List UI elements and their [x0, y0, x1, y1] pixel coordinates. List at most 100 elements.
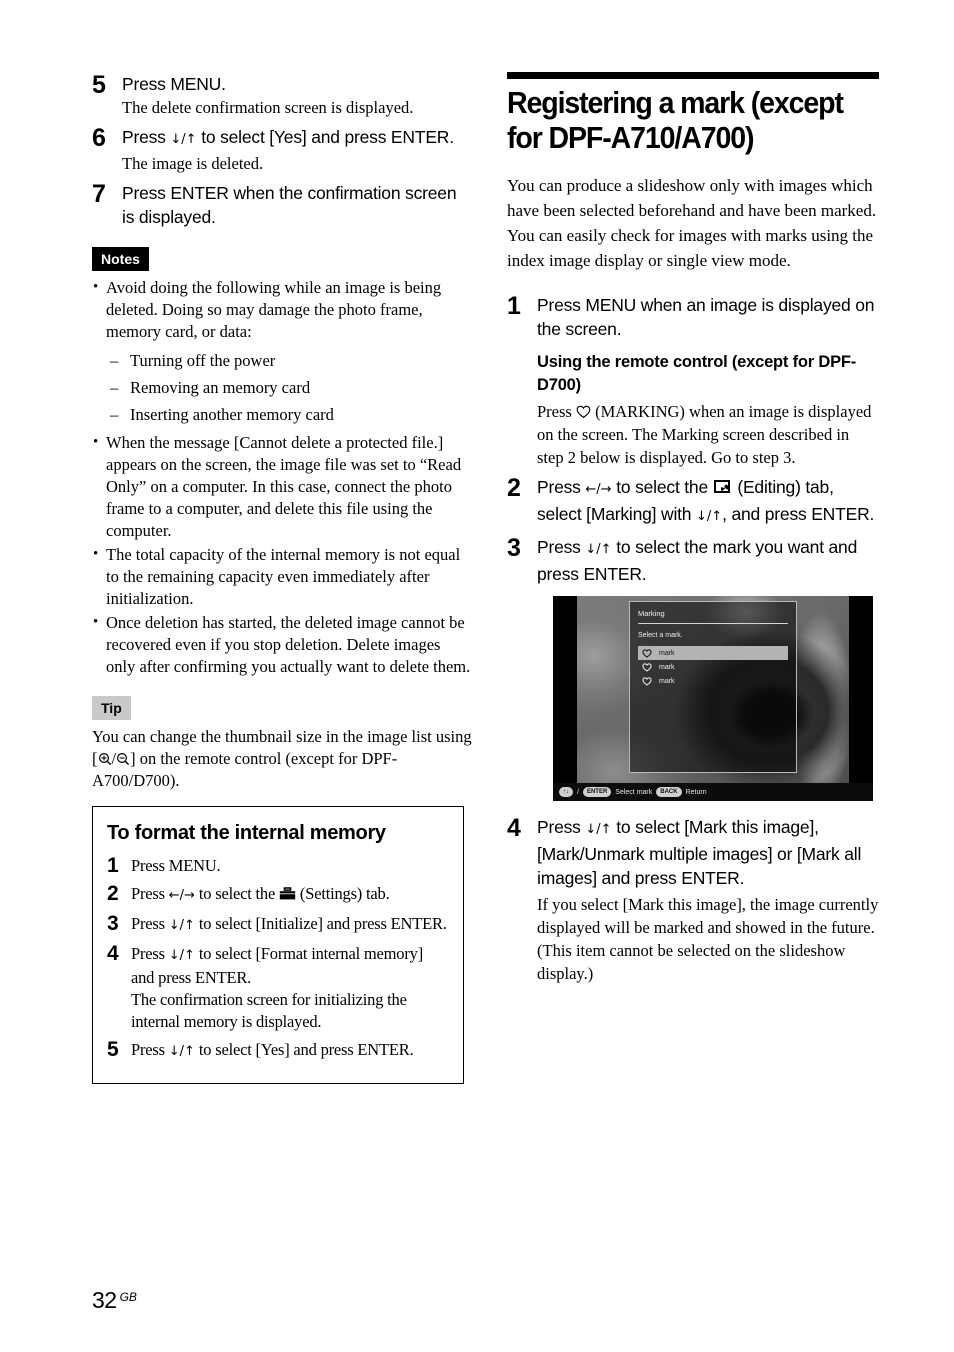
- step-number: 1: [507, 292, 521, 320]
- down-up-arrows-icon: ↓/↑: [168, 948, 195, 963]
- manual-page: 5 Press MENU. The delete confirmation sc…: [0, 0, 954, 1352]
- heart-icon: [642, 662, 653, 672]
- heart-icon: [642, 648, 653, 658]
- step-title: Press ↓/↑ to select [Yes] and press ENTE…: [131, 1039, 449, 1063]
- marking-panel-subtitle: Select a mark.: [638, 632, 683, 639]
- screenshot-status-bar: ↑↓ / ENTER Select mark BACK Return: [553, 783, 873, 801]
- step-title: Press ↓/↑ to select the mark you want an…: [537, 535, 879, 586]
- text-pre: Press: [131, 914, 169, 933]
- step-number: 2: [507, 474, 521, 502]
- step-title: Press MENU.: [122, 74, 226, 94]
- nav-arrows-pill: ↑↓: [559, 787, 573, 797]
- marking-list-item[interactable]: mark: [638, 646, 788, 660]
- format-step-5: 5 Press ↓/↑ to select [Yes] and press EN…: [107, 1039, 449, 1063]
- tip-text: You can change the thumbnail size in the…: [92, 726, 472, 792]
- box-title: To format the internal memory: [107, 822, 386, 844]
- text-pre: Press: [131, 884, 169, 903]
- mark-step-4: 4 Press ↓/↑ to select [Mark this image],…: [507, 815, 879, 985]
- step-content: Press MENU.: [131, 855, 449, 877]
- sub-body: Press (MARKING) when an image is display…: [537, 400, 879, 469]
- note-item: Once deletion has started, the deleted i…: [92, 611, 472, 678]
- marking-list-item-label: mark: [659, 677, 675, 685]
- zoom-out-icon: [116, 752, 130, 766]
- marking-list-item[interactable]: mark: [638, 660, 788, 674]
- step-content: Press ↓/↑ to select [Format internal mem…: [131, 943, 449, 1033]
- notes-badge: Notes: [92, 247, 149, 271]
- sub-heading: Using the remote control (except for DPF…: [537, 353, 857, 394]
- enter-key-pill: ENTER: [582, 787, 612, 797]
- section-title: Registering a mark (except for DPF-A710/…: [507, 85, 844, 155]
- step-number: 3: [107, 912, 119, 935]
- down-up-arrows-icon: ↓/↑: [696, 509, 723, 524]
- text-post: to select [Yes] and press ENTER.: [194, 1040, 414, 1059]
- down-up-arrows-icon: ↓/↑: [168, 1044, 195, 1059]
- step-5: 5 Press MENU. The delete confirmation sc…: [92, 72, 472, 119]
- step-content: Press ↓/↑ to select [Yes] and press ENTE…: [131, 1039, 449, 1063]
- marking-panel: Marking Select a mark. mark mark mark: [629, 601, 797, 773]
- region-code: GB: [119, 1290, 137, 1304]
- step-number: 7: [92, 180, 106, 208]
- note-sub-list: Turning off the power Removing an memory…: [92, 347, 472, 428]
- mark-step-2: 2 Press ←/→ to select the (Editing) tab,…: [507, 475, 879, 529]
- text-end: , and press ENTER.: [722, 504, 875, 524]
- text-pre: Press: [537, 477, 586, 497]
- format-step-1: 1 Press MENU.: [107, 855, 449, 877]
- tip-text-post: ] on the remote control (except for DPF-…: [92, 749, 398, 790]
- heart-icon: [642, 676, 653, 686]
- step-number: 2: [107, 882, 119, 905]
- down-up-arrows-icon: ↓/↑: [585, 822, 612, 837]
- mark-step-1: 1 Press MENU when an image is displayed …: [507, 293, 879, 469]
- text-mid: to select the: [611, 477, 713, 497]
- step-title: Press MENU when an image is displayed on…: [537, 295, 875, 339]
- step-content: Press ↓/↑ to select [Yes] and press ENTE…: [122, 125, 472, 175]
- down-up-arrows-icon: ↓/↑: [168, 918, 195, 933]
- marking-list-item[interactable]: mark: [638, 674, 788, 688]
- note-item: When the message [Cannot delete a protec…: [92, 431, 472, 542]
- left-right-arrows-icon: ←/→: [168, 888, 195, 903]
- format-step-2: 2 Press ←/→ to select the (Settings) tab…: [107, 883, 449, 907]
- note-item: Avoid doing the following while an image…: [92, 276, 472, 343]
- note-sub-item: Removing an memory card: [110, 374, 472, 401]
- note-item: The total capacity of the internal memor…: [92, 543, 472, 610]
- step-number: 3: [507, 534, 521, 562]
- step-7: 7 Press ENTER when the confirmation scre…: [92, 181, 472, 229]
- step-number: 4: [507, 814, 521, 842]
- notes-list: Avoid doing the following while an image…: [92, 276, 472, 343]
- text-pre: Press: [537, 817, 586, 837]
- editing-pen-icon: [713, 479, 733, 495]
- text-pre: Press: [131, 1040, 169, 1059]
- step-content: Press ↓/↑ to select [Mark this image], […: [537, 815, 879, 985]
- status-separator: /: [577, 788, 579, 796]
- format-step-3: 3 Press ↓/↑ to select [Initialize] and p…: [107, 913, 449, 937]
- step-number: 5: [92, 71, 106, 99]
- step-number: 5: [107, 1038, 119, 1061]
- down-up-arrows-icon: ↓/↑: [585, 542, 612, 557]
- step-title: Press ↓/↑ to select [Initialize] and pre…: [131, 913, 449, 937]
- step-title: Press ←/→ to select the (Settings) tab.: [131, 883, 449, 907]
- step-description: The image is deleted.: [122, 154, 264, 173]
- text-pre: Press: [131, 944, 169, 963]
- text-pre: Press: [537, 402, 576, 421]
- step-title: Press ↓/↑ to select [Yes] and press ENTE…: [122, 125, 472, 152]
- mark-step-3: 3 Press ↓/↑ to select the mark you want …: [507, 535, 879, 586]
- step-title: Press MENU.: [131, 856, 221, 875]
- section-rule: [507, 72, 879, 79]
- format-internal-memory-box: To format the internal memory 1 Press ME…: [92, 806, 464, 1084]
- step-content: Press ←/→ to select the (Settings) tab.: [131, 883, 449, 907]
- page-footer: 32 GB: [92, 1287, 137, 1314]
- step-title-post: to select [Yes] and press ENTER.: [196, 127, 454, 147]
- marking-panel-title: Marking: [638, 608, 788, 624]
- text-post: to select [Initialize] and press ENTER.: [194, 914, 447, 933]
- note-sub-item: Turning off the power: [110, 347, 472, 374]
- down-up-arrows-icon: ↓/↑: [170, 132, 197, 147]
- back-key-pill: BACK: [656, 787, 682, 797]
- pillarbox-right: [849, 596, 873, 783]
- step-title: Press ENTER when the confirmation screen…: [122, 183, 457, 227]
- text-post: (Settings) tab.: [296, 884, 390, 903]
- step-content: Press ↓/↑ to select the mark you want an…: [537, 535, 879, 586]
- step-content: Press ←/→ to select the (Editing) tab, s…: [537, 475, 879, 529]
- step-content: Press ENTER when the confirmation screen…: [122, 181, 472, 229]
- step-description: The delete confirmation screen is displa…: [122, 98, 414, 117]
- step-title: Press ←/→ to select the (Editing) tab, s…: [537, 475, 879, 529]
- left-right-arrows-icon: ←/→: [585, 482, 612, 497]
